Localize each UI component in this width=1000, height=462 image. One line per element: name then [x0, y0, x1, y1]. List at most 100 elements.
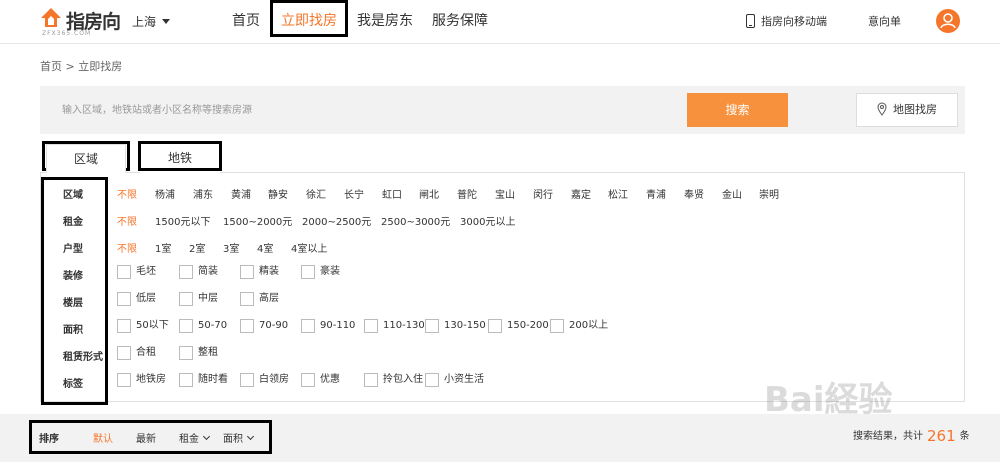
layout-option[interactable]: 1室	[155, 240, 171, 255]
mobile-app-link[interactable]: 指房向移动端	[746, 13, 827, 29]
floor-checkbox[interactable]: 低层	[117, 292, 156, 306]
area-checkbox[interactable]: 50-70	[179, 319, 227, 333]
breadcrumb-home[interactable]: 首页	[40, 60, 62, 73]
area-checkbox[interactable]: 90-110	[301, 319, 355, 333]
checkbox-box[interactable]	[179, 319, 193, 333]
checkbox-box[interactable]	[117, 265, 131, 279]
decoration-checkbox[interactable]: 豪装	[301, 265, 340, 279]
breadcrumb: 首页 > 立即找房	[40, 58, 122, 74]
tag-checkbox[interactable]: 拎包入住	[364, 373, 423, 387]
district-option[interactable]: 杨浦	[155, 186, 175, 201]
district-option[interactable]: 普陀	[457, 186, 477, 201]
rent-option[interactable]: 2500~3000元	[381, 213, 450, 228]
district-option[interactable]: 奉贤	[684, 186, 704, 201]
area-checkbox[interactable]: 130-150	[425, 319, 486, 333]
district-option[interactable]: 闸北	[419, 186, 439, 201]
checkbox-box[interactable]	[301, 319, 315, 333]
district-option[interactable]: 浦东	[193, 186, 213, 201]
district-option[interactable]: 青浦	[646, 186, 666, 201]
decoration-checkbox[interactable]: 简装	[179, 265, 218, 279]
checkbox-label: 高层	[259, 293, 279, 304]
checkbox-box[interactable]	[240, 292, 254, 306]
checkbox-box[interactable]	[179, 373, 193, 387]
checkbox-label: 优惠	[320, 374, 340, 385]
checkbox-box[interactable]	[364, 373, 378, 387]
site-logo[interactable]: 指房向 ZFX365.COM	[40, 7, 121, 37]
area-checkbox[interactable]: 200以上	[550, 319, 608, 333]
district-option[interactable]: 长宁	[344, 186, 364, 201]
search-input[interactable]	[48, 93, 688, 127]
sort-default[interactable]: 默认	[93, 430, 113, 445]
checkbox-box[interactable]	[117, 292, 131, 306]
floor-checkbox[interactable]: 中层	[179, 292, 218, 306]
tag-checkbox[interactable]: 小资生活	[425, 373, 484, 387]
nav-home[interactable]: 首页	[226, 0, 266, 44]
rent-option[interactable]: 不限	[117, 213, 137, 228]
area-checkbox[interactable]: 50以下	[117, 319, 169, 333]
checkbox-box[interactable]	[117, 346, 131, 360]
checkbox-box[interactable]	[117, 373, 131, 387]
checkbox-box[interactable]	[240, 373, 254, 387]
decoration-checkbox[interactable]: 精装	[240, 265, 279, 279]
area-checkbox[interactable]: 110-130	[364, 319, 425, 333]
checkbox-box[interactable]	[301, 265, 315, 279]
layout-option[interactable]: 4室以上	[291, 240, 327, 255]
district-option[interactable]: 嘉定	[571, 186, 591, 201]
district-option[interactable]: 虹口	[382, 186, 402, 201]
checkbox-box[interactable]	[425, 373, 439, 387]
decoration-checkbox[interactable]: 毛坯	[117, 265, 156, 279]
checkbox-box[interactable]	[550, 319, 564, 333]
intent-list-link[interactable]: 意向单	[868, 13, 901, 29]
checkbox-box[interactable]	[488, 319, 502, 333]
layout-option[interactable]: 不限	[117, 240, 137, 255]
layout-option[interactable]: 4室	[257, 240, 273, 255]
rent-option[interactable]: 3000元以上	[460, 213, 515, 228]
sort-rent[interactable]: 租金	[179, 430, 211, 445]
user-avatar[interactable]	[936, 9, 960, 33]
tag-checkbox[interactable]: 随时看	[179, 373, 228, 387]
area-checkbox[interactable]: 70-90	[240, 319, 288, 333]
result-prefix: 搜索结果，共计	[853, 431, 923, 442]
sort-newest[interactable]: 最新	[136, 430, 156, 445]
checkbox-box[interactable]	[117, 319, 131, 333]
district-option[interactable]: 黄浦	[231, 186, 251, 201]
district-option[interactable]: 崇明	[759, 186, 779, 201]
rent-option[interactable]: 1500~2000元	[223, 213, 292, 228]
tag-checkbox[interactable]: 地铁房	[117, 373, 166, 387]
district-option[interactable]: 徐汇	[306, 186, 326, 201]
checkbox-box[interactable]	[301, 373, 315, 387]
result-suffix: 条	[959, 431, 970, 442]
rent-option[interactable]: 2000~2500元	[302, 213, 371, 228]
layout-option[interactable]: 2室	[189, 240, 205, 255]
checkbox-box[interactable]	[240, 265, 254, 279]
map-search-button[interactable]: 地图找房	[856, 93, 958, 127]
checkbox-box[interactable]	[179, 292, 193, 306]
checkbox-box[interactable]	[179, 346, 193, 360]
tag-checkbox[interactable]: 优惠	[301, 373, 340, 387]
tab-subway[interactable]: 地铁	[140, 144, 220, 173]
rent-option[interactable]: 1500元以下	[155, 213, 210, 228]
checkbox-box[interactable]	[179, 265, 193, 279]
lease-checkbox[interactable]: 合租	[117, 346, 156, 360]
nav-service[interactable]: 服务保障	[429, 0, 491, 44]
checkbox-box[interactable]	[425, 319, 439, 333]
district-option[interactable]: 松江	[608, 186, 628, 201]
area-checkbox[interactable]: 150-200	[488, 319, 549, 333]
floor-checkbox[interactable]: 高层	[240, 292, 279, 306]
checkbox-box[interactable]	[240, 319, 254, 333]
tag-checkbox[interactable]: 白领房	[240, 373, 289, 387]
district-option[interactable]: 宝山	[495, 186, 515, 201]
nav-landlord[interactable]: 我是房东	[354, 0, 416, 44]
checkbox-box[interactable]	[364, 319, 378, 333]
layout-option[interactable]: 3室	[223, 240, 239, 255]
district-option[interactable]: 金山	[722, 186, 742, 201]
tab-district[interactable]: 区域	[46, 144, 126, 173]
district-option[interactable]: 不限	[117, 186, 137, 201]
sort-area[interactable]: 面积	[223, 430, 255, 445]
nav-find-house[interactable]: 立即找房	[276, 0, 342, 44]
lease-checkbox[interactable]: 整租	[179, 346, 218, 360]
search-button[interactable]: 搜索	[687, 93, 788, 127]
district-option[interactable]: 闵行	[533, 186, 553, 201]
district-option[interactable]: 静安	[268, 186, 288, 201]
city-selector[interactable]: 上海	[132, 13, 171, 30]
